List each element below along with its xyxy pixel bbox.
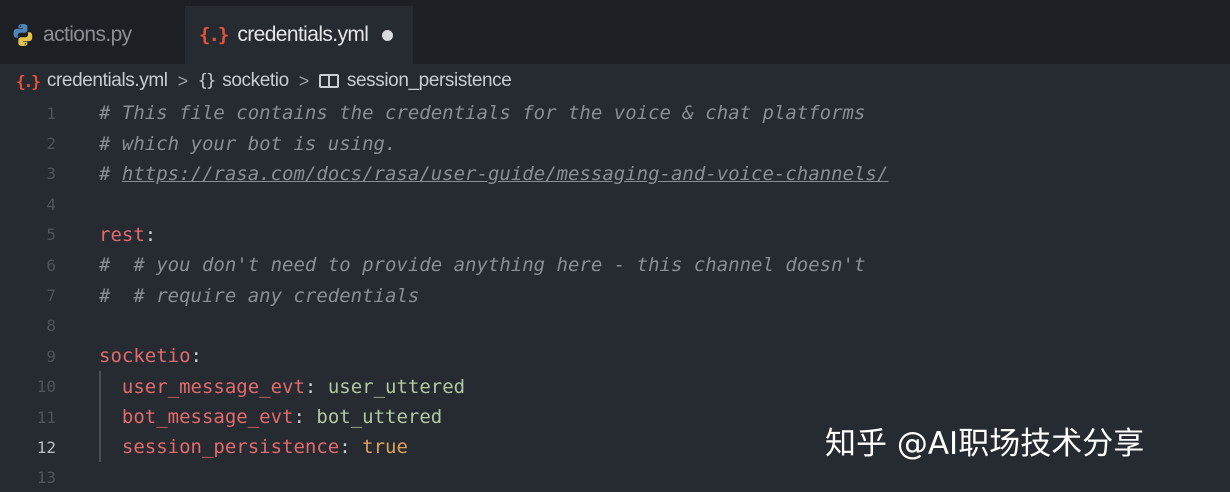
python-file-icon bbox=[13, 24, 33, 46]
line-number: 1 bbox=[46, 103, 56, 123]
comment-prefix: # bbox=[99, 162, 122, 185]
yaml-pair-line: user_message_evt: user_uttered bbox=[99, 376, 465, 398]
docs-link[interactable]: https://rasa.com/docs/rasa/user-guide/me… bbox=[122, 163, 888, 185]
tab-actions-py[interactable]: actions.py bbox=[0, 6, 185, 64]
yaml-colon: : bbox=[190, 345, 202, 368]
yaml-key: bot_message_evt bbox=[121, 406, 294, 429]
chevron-right-icon: > bbox=[298, 70, 310, 91]
breadcrumb-section[interactable]: {} socketio bbox=[198, 70, 289, 92]
code-line: 13 bbox=[0, 463, 1230, 492]
yaml-key-line: socketio: bbox=[99, 345, 202, 367]
yaml-key: rest bbox=[99, 223, 145, 246]
yaml-file-icon: {.} bbox=[199, 24, 229, 46]
code-line: 1 # This file contains the credentials f… bbox=[0, 98, 1230, 128]
comment-text: # # require any credentials bbox=[99, 284, 420, 307]
tab-credentials-yml[interactable]: {.} credentials.yml bbox=[185, 6, 413, 64]
property-icon bbox=[318, 74, 339, 88]
comment-url-line: # https://rasa.com/docs/rasa/user-guide/… bbox=[99, 163, 888, 185]
yaml-key: session_persistence bbox=[121, 436, 340, 459]
indent-guide bbox=[99, 371, 101, 462]
yaml-value: user_uttered bbox=[327, 375, 466, 398]
code-line: 5 rest: bbox=[0, 220, 1230, 250]
breadcrumb-file[interactable]: {.} credentials.yml bbox=[16, 70, 168, 92]
line-number: 3 bbox=[46, 164, 56, 184]
line-number: 8 bbox=[46, 316, 56, 336]
yaml-file-icon: {.} bbox=[16, 71, 41, 91]
line-number: 11 bbox=[36, 407, 56, 427]
yaml-key: socketio bbox=[99, 345, 191, 368]
code-line: 3 # https://rasa.com/docs/rasa/user-guid… bbox=[0, 159, 1230, 189]
code-line: 9 socketio: bbox=[0, 341, 1230, 371]
yaml-colon: : bbox=[144, 223, 157, 246]
line-number: 4 bbox=[46, 194, 56, 214]
code-editor: actions.py {.} credentials.yml {.} crede… bbox=[0, 0, 1230, 492]
unsaved-changes-dot-icon[interactable] bbox=[382, 29, 394, 41]
code-line: 6 # # you don't need to provide anything… bbox=[0, 250, 1230, 280]
yaml-key-line: rest: bbox=[99, 224, 156, 246]
line-number: 7 bbox=[46, 286, 56, 306]
line-number: 9 bbox=[46, 346, 56, 366]
breadcrumb-section-label: socketio bbox=[222, 70, 289, 91]
watermark: 知乎 @AI职场技术分享 bbox=[825, 426, 1145, 462]
code-line: 4 bbox=[0, 189, 1230, 219]
yaml-pair-line: session_persistence: true bbox=[99, 436, 408, 458]
comment-text: # This file contains the credentials for… bbox=[99, 102, 866, 125]
breadcrumb-property[interactable]: session_persistence bbox=[318, 70, 512, 92]
code-line: 2 # which your bot is using. bbox=[0, 128, 1230, 158]
yaml-colon: : bbox=[304, 375, 328, 398]
code-line: 10 user_message_evt: user_uttered bbox=[0, 372, 1230, 402]
breadcrumb-file-label: credentials.yml bbox=[46, 70, 168, 91]
line-number: 6 bbox=[46, 255, 56, 275]
breadcrumb: {.} credentials.yml > {} socketio > sess… bbox=[0, 64, 1230, 98]
yaml-colon: : bbox=[339, 436, 363, 459]
code-line: 8 bbox=[0, 311, 1230, 341]
line-number: 5 bbox=[46, 225, 56, 245]
line-number: 12 bbox=[36, 437, 56, 457]
tab-label: actions.py bbox=[43, 23, 132, 46]
tab-bar: actions.py {.} credentials.yml bbox=[0, 0, 1230, 64]
yaml-key: user_message_evt bbox=[121, 375, 305, 398]
breadcrumb-property-label: session_persistence bbox=[346, 70, 512, 91]
comment-text: # # you don't need to provide anything h… bbox=[99, 254, 866, 277]
yaml-colon: : bbox=[293, 406, 317, 429]
tab-label: credentials.yml bbox=[237, 23, 369, 46]
line-number: 2 bbox=[46, 134, 56, 154]
line-number: 10 bbox=[36, 377, 56, 397]
code-line: 7 # # require any credentials bbox=[0, 280, 1230, 310]
yaml-value: bot_uttered bbox=[316, 406, 443, 429]
yaml-pair-line: bot_message_evt: bot_uttered bbox=[99, 406, 442, 428]
object-braces-icon: {} bbox=[197, 71, 217, 91]
chevron-right-icon: > bbox=[177, 70, 189, 91]
line-number: 13 bbox=[36, 468, 56, 488]
yaml-value: true bbox=[362, 436, 408, 459]
comment-text: # which your bot is using. bbox=[99, 132, 397, 155]
